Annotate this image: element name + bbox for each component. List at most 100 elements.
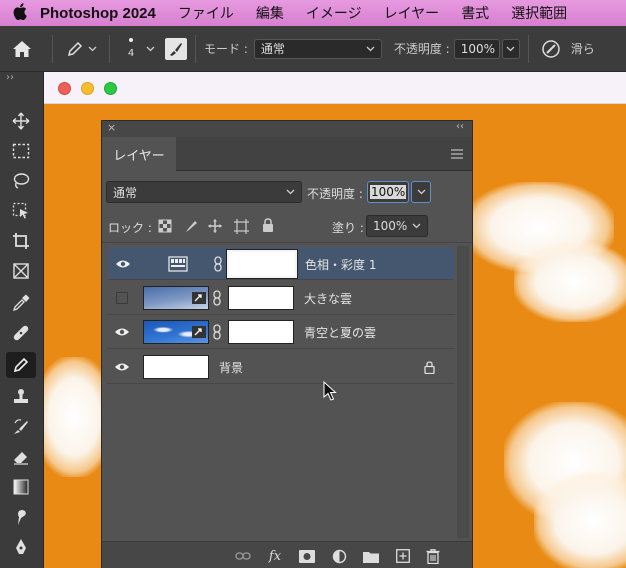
link-layers-button[interactable] <box>234 547 252 565</box>
fill-label: 塗り : <box>332 221 364 235</box>
divider <box>109 34 110 63</box>
lasso-tool[interactable] <box>6 168 36 194</box>
crop-tool[interactable] <box>6 228 36 254</box>
link-icon <box>235 552 251 560</box>
tab-layers[interactable]: レイヤー <box>102 137 176 171</box>
healing-brush-tool[interactable] <box>6 320 36 346</box>
chevron-down-icon[interactable] <box>146 46 155 52</box>
eyedropper-tool[interactable] <box>6 290 36 316</box>
layer-thumbnail[interactable] <box>143 320 209 344</box>
pen-tool[interactable] <box>6 534 36 560</box>
brush-tip-icon <box>129 38 133 42</box>
visibility-toggle[interactable] <box>115 256 131 272</box>
pencil-icon <box>13 357 29 373</box>
layer-thumbnail[interactable] <box>143 286 209 310</box>
layer-name[interactable]: 青空と夏の雲 <box>304 324 376 341</box>
object-selection-tool[interactable] <box>6 198 36 224</box>
layer-row-big-clouds[interactable]: 大きな雲 <box>107 281 455 315</box>
minimize-window-button[interactable] <box>81 82 94 95</box>
chain-link-icon[interactable] <box>212 324 222 340</box>
stamp-icon <box>14 389 28 403</box>
panel-footer: fx <box>102 541 472 568</box>
new-adjustment-button[interactable] <box>330 547 348 565</box>
lock-all-icon[interactable] <box>262 218 274 232</box>
frame-icon <box>13 263 29 279</box>
frame-tool[interactable] <box>6 258 36 284</box>
marquee-tool[interactable] <box>6 138 36 164</box>
tools-panel: ›› <box>0 72 44 568</box>
lock-position-icon[interactable] <box>208 219 222 233</box>
close-window-button[interactable] <box>58 82 71 95</box>
app-name-menu[interactable]: Photoshop 2024 <box>40 5 156 22</box>
menu-type[interactable]: 書式 <box>461 3 489 23</box>
fill-input[interactable]: 100% <box>366 215 428 237</box>
brush-settings-button[interactable] <box>165 37 187 60</box>
lock-icon <box>424 361 435 374</box>
layer-mask-thumbnail[interactable] <box>228 286 294 310</box>
panel-menu-icon[interactable] <box>450 149 464 159</box>
new-group-button[interactable] <box>362 547 380 565</box>
layer-opacity-value: 100% <box>370 185 407 199</box>
layer-name[interactable]: 大きな雲 <box>304 290 352 307</box>
layer-row-blue-sky[interactable]: 青空と夏の雲 <box>107 315 455 349</box>
visibility-toggle[interactable] <box>114 324 130 340</box>
layer-row-background[interactable]: 背景 <box>107 350 455 384</box>
visibility-toggle[interactable] <box>114 290 130 306</box>
collapse-panel-icon[interactable]: ‹‹ <box>456 121 464 132</box>
layer-name[interactable]: 背景 <box>219 359 243 376</box>
chain-link-icon[interactable] <box>212 290 222 306</box>
opacity-dropdown[interactable] <box>501 38 520 59</box>
panel-header[interactable]: × ‹‹ <box>102 121 472 137</box>
lock-artboard-icon[interactable] <box>234 219 249 234</box>
layer-opacity-dropdown[interactable] <box>411 181 431 203</box>
fx-icon[interactable]: fx <box>266 547 284 565</box>
chevron-down-icon <box>412 223 421 229</box>
layer-opacity-input[interactable]: 100% <box>367 181 409 203</box>
apple-menu-icon[interactable] <box>0 2 40 24</box>
brush-size-picker[interactable]: 4 <box>118 29 144 69</box>
lock-image-pixels-icon[interactable] <box>184 219 198 233</box>
menu-image[interactable]: イメージ <box>306 3 362 23</box>
zoom-window-button[interactable] <box>104 82 117 95</box>
divider <box>527 34 529 63</box>
opacity-input[interactable]: 100% <box>453 38 500 59</box>
smudge-tool[interactable] <box>6 504 36 530</box>
eye-icon <box>115 328 129 336</box>
menu-select[interactable]: 選択範囲 <box>511 3 567 23</box>
add-mask-button[interactable] <box>298 547 316 565</box>
mouse-cursor-icon <box>323 381 337 401</box>
menu-layer[interactable]: レイヤー <box>384 3 440 23</box>
layer-row-hue-saturation[interactable]: 色相・彩度 1 <box>107 246 455 280</box>
visibility-toggle[interactable] <box>114 359 130 375</box>
pressure-opacity-button[interactable] <box>537 35 565 63</box>
document-titlebar[interactable] <box>44 72 626 104</box>
close-panel-icon[interactable]: × <box>107 121 116 134</box>
history-brush-icon <box>14 419 28 434</box>
pencil-tool[interactable] <box>6 352 36 378</box>
blend-mode-select[interactable]: 通常 <box>106 181 302 203</box>
gradient-tool[interactable] <box>6 474 36 500</box>
layer-mask-thumbnail[interactable] <box>228 320 294 344</box>
collapse-toolbar-icon[interactable]: ›› <box>6 72 14 83</box>
crop-icon <box>13 233 29 249</box>
menu-edit[interactable]: 編集 <box>256 3 284 23</box>
new-layer-button[interactable] <box>394 547 412 565</box>
eye-icon <box>116 260 130 268</box>
chain-link-icon[interactable] <box>213 256 223 272</box>
layer-mask-thumbnail[interactable] <box>227 250 297 278</box>
delete-layer-button[interactable] <box>424 547 442 565</box>
adjustment-icon <box>332 549 346 563</box>
menu-file[interactable]: ファイル <box>178 3 234 23</box>
lock-transparent-pixels-icon[interactable] <box>158 219 172 233</box>
mode-select[interactable]: 通常 <box>253 38 382 59</box>
layer-name[interactable]: 色相・彩度 1 <box>305 256 376 273</box>
eraser-tool[interactable] <box>6 444 36 470</box>
layers-scrollbar[interactable] <box>457 246 469 538</box>
move-tool[interactable] <box>6 108 36 134</box>
fill-value: 100% <box>373 219 408 233</box>
tool-preset-picker[interactable] <box>61 34 101 64</box>
history-brush-tool[interactable] <box>6 414 36 440</box>
home-button[interactable] <box>0 26 44 72</box>
layer-thumbnail[interactable] <box>143 355 209 379</box>
clone-stamp-tool[interactable] <box>6 384 36 410</box>
